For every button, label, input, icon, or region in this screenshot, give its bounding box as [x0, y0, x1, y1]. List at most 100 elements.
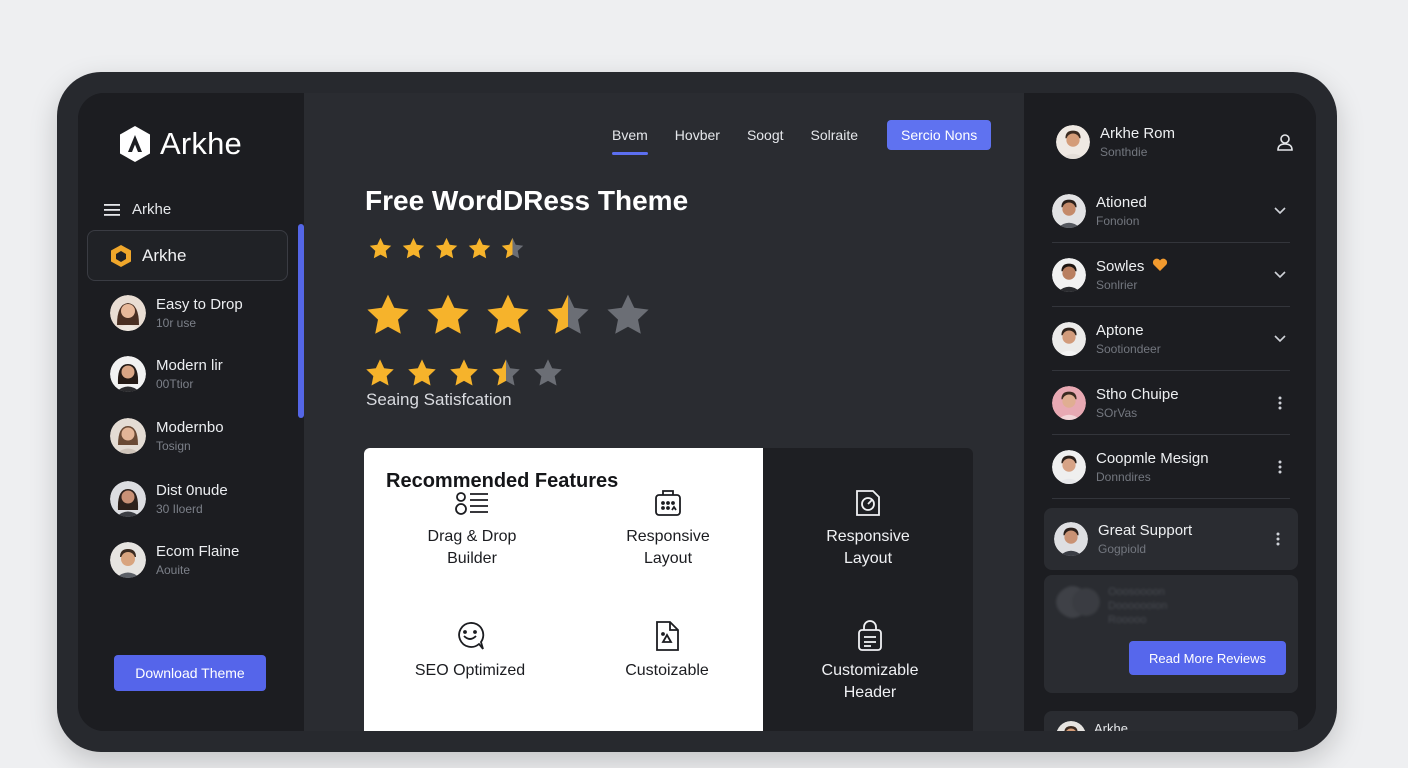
avatar	[110, 481, 146, 517]
star-half-icon	[501, 237, 524, 259]
brand-logo[interactable]: Arkhe	[118, 125, 242, 163]
review-subtitle: Sootiondeer	[1096, 341, 1161, 356]
avatar	[1056, 586, 1100, 618]
more-vertical-icon[interactable]	[1268, 532, 1288, 546]
feature-customizable[interactable]: Custoizable	[577, 620, 757, 682]
read-more-reviews-button[interactable]: Read More Reviews	[1129, 641, 1286, 675]
download-theme-button[interactable]: Download Theme	[114, 655, 266, 691]
star-empty-icon	[607, 294, 649, 334]
review-card-partial[interactable]: Arkhe	[1044, 711, 1298, 731]
sidebar-item-subtitle: Aouite	[156, 563, 191, 577]
sidebar-item[interactable]: Dist 0nude 30 Iloerd	[110, 479, 290, 519]
review-subtitle: Fonoion	[1096, 213, 1140, 228]
feature-responsive-layout-dark[interactable]: Responsive Layout	[778, 488, 958, 570]
star-icon	[367, 294, 409, 334]
star-half-icon	[492, 359, 520, 386]
review-title: Sowles	[1096, 258, 1260, 275]
chevron-down-icon[interactable]	[1270, 206, 1290, 216]
feature-drag-drop[interactable]: Drag & Drop Builder	[382, 488, 562, 570]
blurred-line: Ooosoooon	[1108, 586, 1165, 598]
feature-seo[interactable]: SEO Optimized	[380, 620, 560, 682]
sidebar-menu-label: Arkhe	[132, 201, 172, 218]
avatar	[1052, 257, 1086, 292]
satisfaction-label: Seaing Satisfcation	[366, 390, 512, 409]
sidebar-item[interactable]: Modernbo Tosign	[110, 416, 290, 456]
avatar	[1052, 193, 1086, 228]
review-title: Arkhe	[1094, 721, 1128, 731]
chat-smile-icon	[458, 622, 485, 650]
nav-link[interactable]: Soogt	[747, 127, 784, 143]
sidebar-item-title: Easy to Drop	[156, 296, 243, 313]
nav-link-active[interactable]: Bvem	[612, 127, 648, 155]
review-title-text: Sowles	[1096, 257, 1145, 275]
sidebar-item-title: Modern lir	[156, 357, 223, 374]
device-frame: Arkhe Arkhe Arkhe Easy to Drop 10r use M…	[57, 72, 1337, 752]
sidebar-item-subtitle: 00Ttior	[156, 377, 194, 391]
hamburger-menu-icon	[104, 203, 120, 216]
review-item[interactable]: Stho Chuipe SOrVas	[1052, 371, 1290, 435]
hexagon-logo-icon	[120, 126, 150, 162]
sidebar-item[interactable]: Ecom Flaine Aouite	[110, 540, 290, 580]
user-icon[interactable]	[1276, 133, 1294, 151]
avatar	[1052, 321, 1086, 356]
review-title: Great Support	[1098, 522, 1193, 539]
star-rating-medium	[364, 355, 574, 391]
avatar	[110, 356, 146, 392]
star-icon	[366, 359, 394, 386]
avatar	[1052, 449, 1086, 484]
feature-responsive-layout[interactable]: Responsive Layout	[578, 488, 758, 570]
sidebar-item-active-label: Arkhe	[142, 245, 187, 265]
avatar	[1056, 125, 1090, 159]
app-screen: Arkhe Arkhe Arkhe Easy to Drop 10r use M…	[78, 93, 1316, 731]
main-content: Bvem Hovber Soogt Solraite Sercio Nons F…	[304, 93, 1024, 731]
reviewer-subtitle: Sonthdie	[1100, 145, 1148, 159]
sidebar-item-subtitle: Tosign	[156, 439, 191, 453]
star-icon	[369, 237, 392, 259]
review-item[interactable]: Aptone Sootiondeer	[1052, 307, 1290, 371]
nav-cta-button[interactable]: Sercio Nons	[887, 120, 992, 150]
star-icon	[427, 294, 469, 334]
sidebar-item[interactable]: Modern lir 00Ttior	[110, 354, 290, 394]
sidebar-item-active[interactable]: Arkhe	[87, 230, 288, 281]
review-item[interactable]: Sowles Sonlrier	[1052, 243, 1290, 307]
reviews-header: Arkhe Rom Sonthdie	[1056, 125, 1294, 159]
feature-label: SEO Optimized	[414, 662, 526, 679]
blurred-line: Dooooooion	[1108, 600, 1168, 612]
lock-doc-icon	[858, 620, 882, 651]
review-item[interactable]: Ationed Fonoion	[1052, 179, 1290, 243]
chevron-down-icon[interactable]	[1270, 270, 1290, 280]
review-card-blurred: Ooosoooon Dooooooion Rooooo Read More Re…	[1044, 575, 1298, 693]
chevron-down-icon[interactable]	[1270, 334, 1290, 344]
review-subtitle: SOrVas	[1096, 405, 1138, 420]
nav-link[interactable]: Hovber	[675, 127, 720, 143]
sidebar-item[interactable]: Easy to Drop 10r use	[110, 293, 290, 333]
star-rating-large	[364, 289, 664, 341]
heart-icon	[1152, 258, 1167, 271]
star-empty-icon	[534, 359, 562, 386]
review-subtitle: Sonlrier	[1096, 277, 1138, 292]
more-vertical-icon[interactable]	[1270, 460, 1290, 474]
avatar	[1056, 721, 1086, 731]
feature-label: Drag & Drop Builder	[427, 528, 517, 567]
star-icon	[435, 237, 458, 259]
review-item[interactable]: Coopmle Mesign Donndires	[1052, 435, 1290, 499]
feature-label: Responsive Layout	[626, 528, 710, 567]
nav-link[interactable]: Solraite	[811, 127, 858, 143]
feature-label: Customizable Header	[821, 662, 919, 701]
sidebar-item-subtitle: 10r use	[156, 316, 197, 330]
more-vertical-icon[interactable]	[1270, 396, 1290, 410]
review-subtitle: Gogpiold	[1098, 542, 1147, 556]
review-card-highlight[interactable]: Great Support Gogpiold	[1044, 508, 1298, 570]
sidebar: Arkhe Arkhe Arkhe Easy to Drop 10r use M…	[78, 93, 304, 731]
star-icon	[450, 359, 478, 386]
review-title: Ationed	[1096, 193, 1147, 211]
review-title: Coopmle Mesign	[1096, 449, 1209, 467]
feature-label: Responsive Layout	[826, 528, 910, 567]
sidebar-item-title: Dist 0nude	[156, 482, 228, 499]
reviewer-name: Arkhe Rom	[1100, 125, 1176, 142]
avatar	[110, 295, 146, 331]
sidebar-item-subtitle: 30 Iloerd	[156, 502, 203, 516]
review-subtitle: Donndires	[1096, 469, 1151, 484]
sidebar-menu-toggle[interactable]: Arkhe	[104, 201, 171, 218]
feature-customizable-header[interactable]: Customizable Header	[780, 620, 960, 704]
